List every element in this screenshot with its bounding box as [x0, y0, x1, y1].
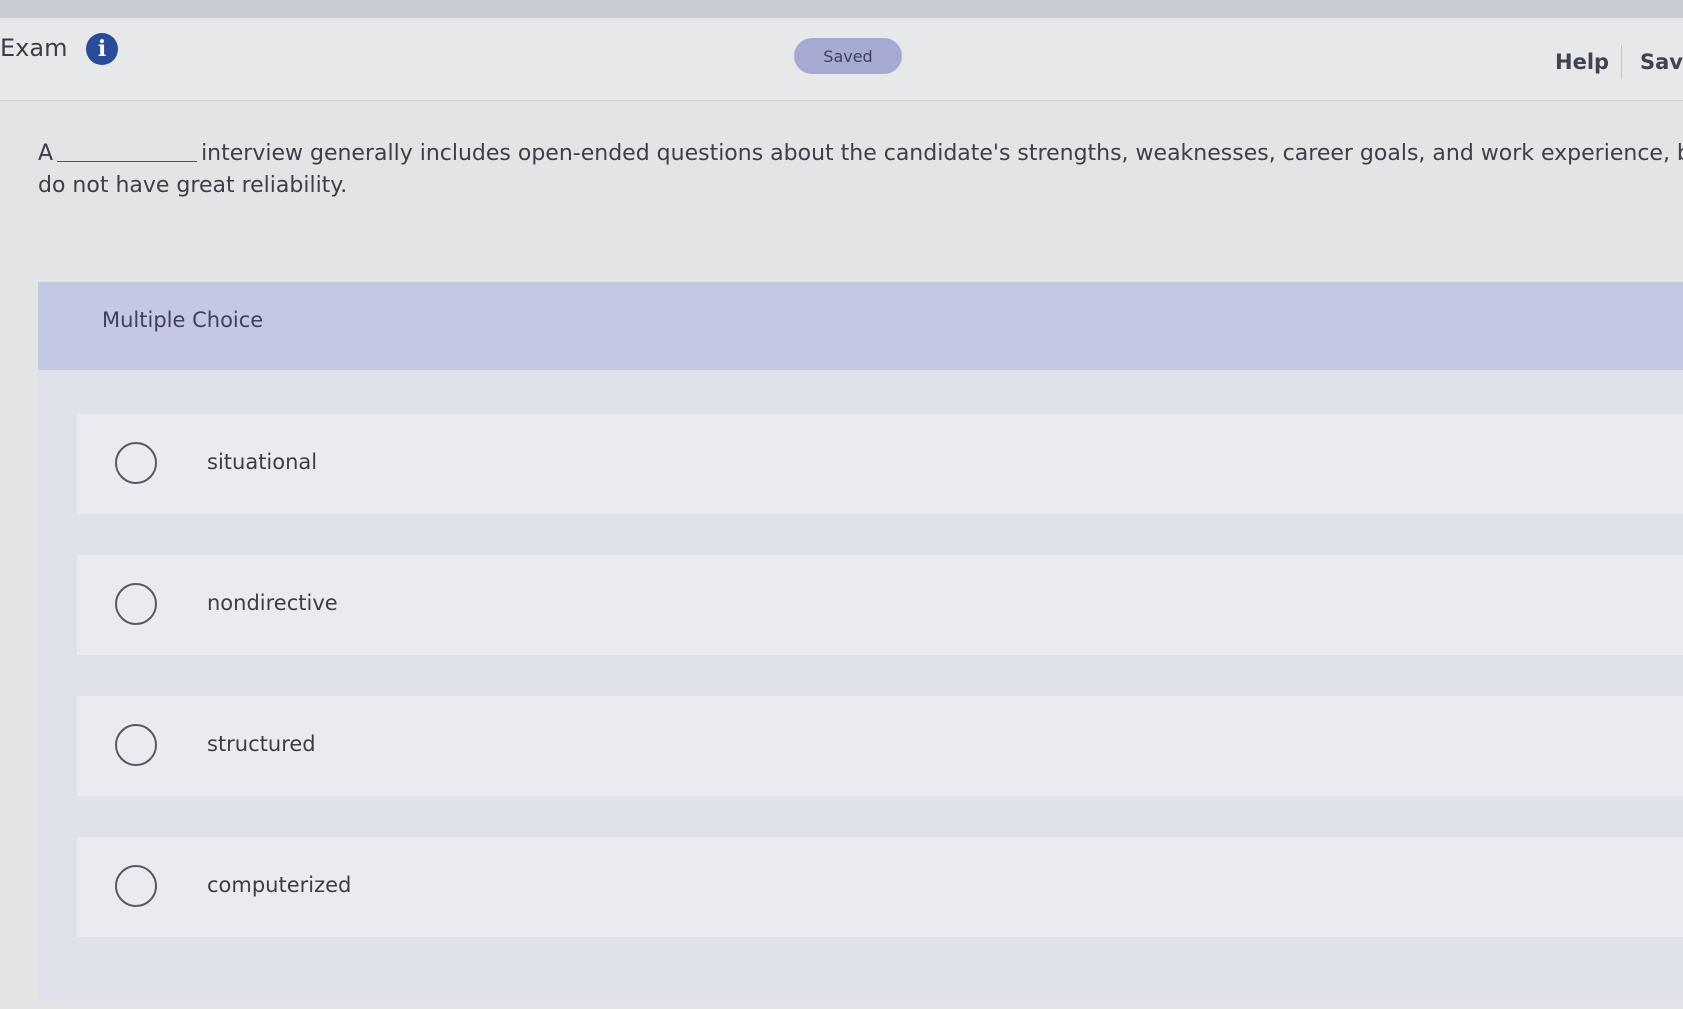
- multiple-choice-panel: Multiple Choice situational nondirective…: [38, 282, 1683, 1002]
- option-label: nondirective: [207, 591, 338, 615]
- option-label: situational: [207, 450, 318, 474]
- exam-title: Exam: [0, 34, 68, 62]
- multiple-choice-header: Multiple Choice: [38, 282, 1683, 370]
- radio-button[interactable]: [115, 865, 157, 907]
- question-prefix: A: [38, 141, 54, 166]
- option-computerized[interactable]: computerized: [77, 837, 1683, 937]
- option-label: computerized: [207, 873, 352, 897]
- header-divider: [1621, 45, 1622, 79]
- browser-strip: [0, 0, 1683, 18]
- help-button[interactable]: Help: [1555, 50, 1609, 74]
- question-suffix: interview generally includes open-ended …: [201, 141, 1683, 166]
- option-label: structured: [207, 732, 316, 756]
- top-bar: Exam i Saved Help Save: [0, 0, 1683, 101]
- question-text: Ainterview generally includes open-ended…: [38, 138, 1683, 202]
- option-structured[interactable]: structured: [77, 696, 1683, 796]
- radio-button[interactable]: [115, 442, 157, 484]
- radio-button[interactable]: [115, 583, 157, 625]
- question-blank: [57, 161, 198, 162]
- save-button[interactable]: Save: [1640, 50, 1683, 74]
- radio-button[interactable]: [115, 724, 157, 766]
- option-situational[interactable]: situational: [77, 414, 1683, 514]
- multiple-choice-label: Multiple Choice: [102, 308, 264, 332]
- info-icon[interactable]: i: [86, 33, 118, 65]
- saved-status-badge: Saved: [794, 38, 902, 74]
- option-nondirective[interactable]: nondirective: [77, 555, 1683, 655]
- question-line2: do not have great reliability.: [38, 173, 348, 198]
